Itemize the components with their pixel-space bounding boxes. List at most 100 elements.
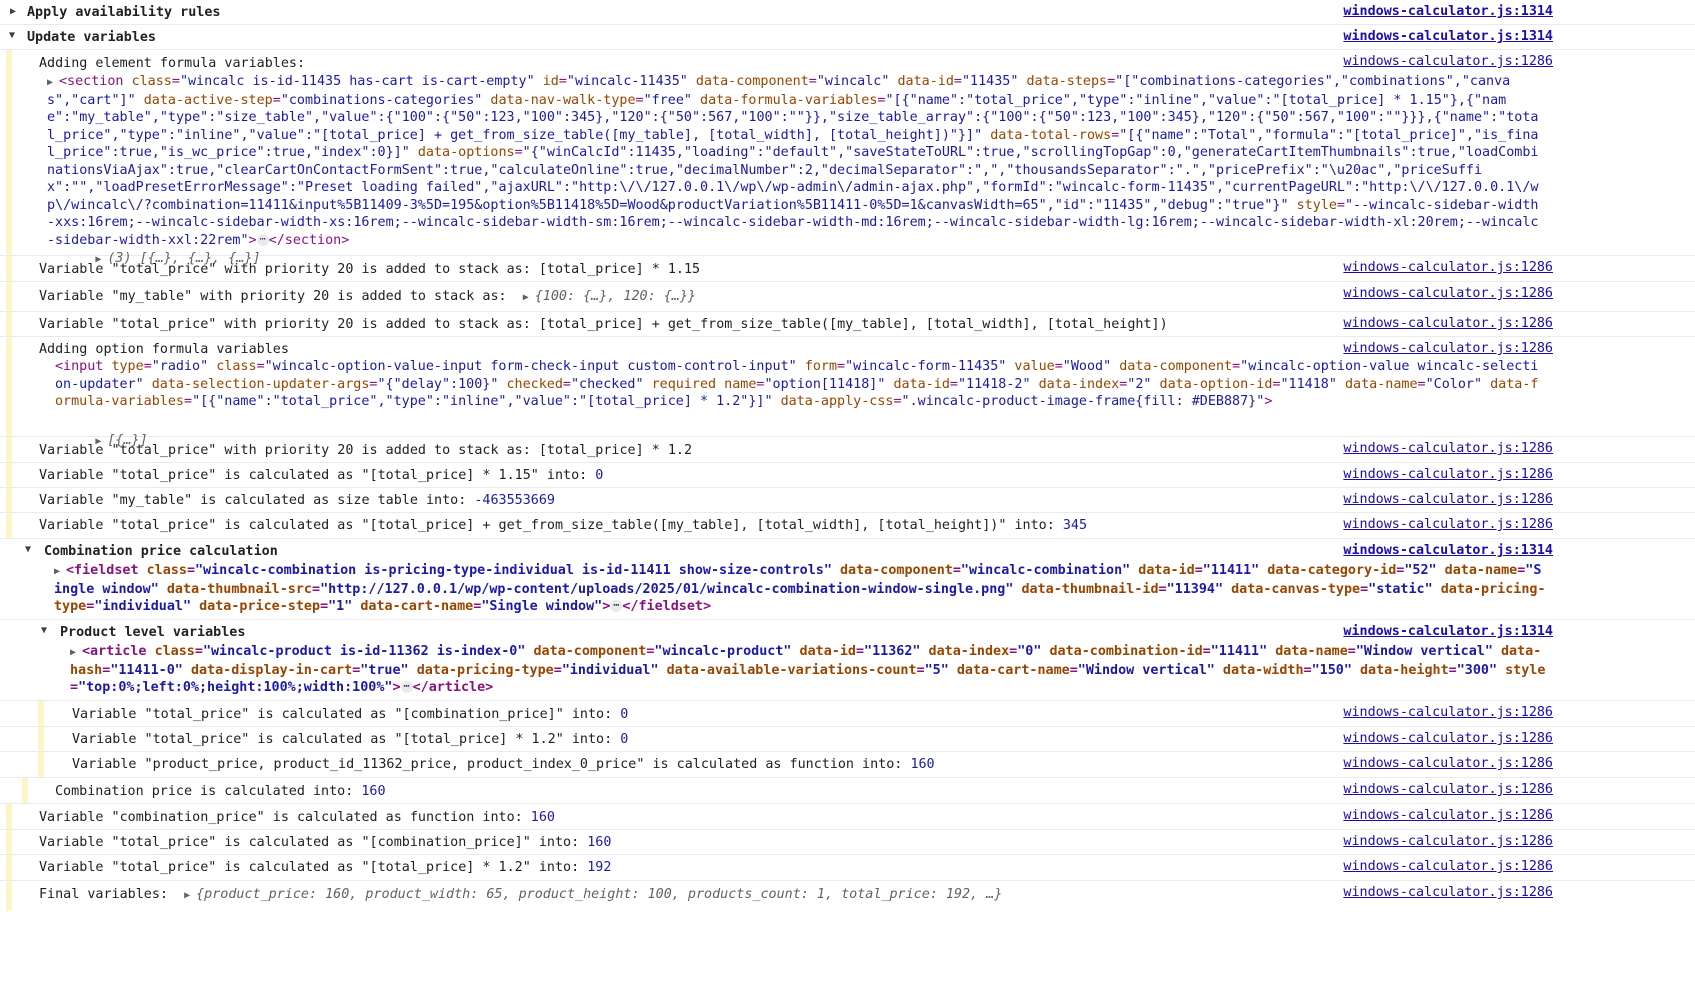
html-attr-eq: = xyxy=(171,74,180,89)
expand-triangle-icon[interactable]: ▶ xyxy=(10,6,16,17)
html-attr-eq: = xyxy=(1194,563,1203,578)
html-tag-close: </fieldset> xyxy=(622,599,712,614)
log-message: Variable "total_price" with priority 20 … xyxy=(39,262,701,277)
log-message: Variable "total_price" is calculated as … xyxy=(39,518,1088,533)
html-attr-eq: = xyxy=(558,74,567,89)
html-attr-eq: = xyxy=(184,394,193,409)
source-link[interactable]: windows-calculator.js:1314 xyxy=(1343,543,1553,558)
html-attr-name: class xyxy=(154,644,195,659)
html-attr-value: "Single window" xyxy=(481,599,603,614)
log-group-product-level[interactable]: ▼ Product level variables windows-calcul… xyxy=(0,620,1695,701)
source-link[interactable]: windows-calculator.js:1314 xyxy=(1343,624,1553,639)
expand-triangle-icon[interactable]: ▶ xyxy=(523,288,535,307)
html-tag-close: </article> xyxy=(412,680,494,695)
object-preview[interactable]: {100: {…}, 120: {…}} xyxy=(535,289,696,304)
html-attr-name: data-id xyxy=(799,644,856,659)
html-attr-value: "individual" xyxy=(94,599,192,614)
html-attr-eq: = xyxy=(320,599,329,614)
log-message: Variable "total_price" is calculated as … xyxy=(72,732,629,747)
source-link[interactable]: windows-calculator.js:1286 xyxy=(1343,859,1553,874)
source-link[interactable]: windows-calculator.js:1286 xyxy=(1343,341,1553,356)
log-entry: Variable "product_price, product_id_1136… xyxy=(0,752,1695,778)
log-group-update-variables[interactable]: ▼ Update variables windows-calculator.js… xyxy=(0,25,1695,50)
source-link[interactable]: windows-calculator.js:1314 xyxy=(1343,29,1553,44)
html-attr-name: data-formula-variables xyxy=(700,92,878,108)
html-attr-name: type xyxy=(111,359,144,374)
source-link[interactable]: windows-calculator.js:1286 xyxy=(1343,260,1553,275)
source-link[interactable]: windows-calculator.js:1286 xyxy=(1343,705,1553,720)
html-attr-eq: = xyxy=(855,644,865,659)
html-attr-name: data-thumbnail-id xyxy=(1021,581,1159,597)
source-link[interactable]: windows-calculator.js:1286 xyxy=(1343,286,1553,301)
group-indent-bar xyxy=(6,50,12,255)
group-title: Update variables xyxy=(27,30,156,45)
source-link[interactable]: windows-calculator.js:1286 xyxy=(1343,731,1553,746)
collapse-triangle-icon[interactable]: ▼ xyxy=(25,544,31,555)
object-preview[interactable]: {product_price: 160, product_width: 65, … xyxy=(196,887,1002,902)
html-attr-name: checked xyxy=(506,376,563,392)
log-group-combination-price[interactable]: ▼ Combination price calculation windows-… xyxy=(0,539,1695,620)
log-entry: Variable "total_price" is calculated as … xyxy=(0,830,1695,855)
log-entry: Variable "total_price" is calculated as … xyxy=(0,727,1695,752)
element-node-fieldset[interactable]: ▶ <fieldset class="wincalc-combination is… xyxy=(54,562,1546,616)
expand-triangle-icon[interactable]: ▶ xyxy=(47,74,59,92)
source-link[interactable]: windows-calculator.js:1286 xyxy=(1343,517,1553,532)
ellipsis-icon[interactable]: ⋯ xyxy=(400,681,413,693)
source-link[interactable]: windows-calculator.js:1286 xyxy=(1343,834,1553,849)
html-attr-name: data-combination-id xyxy=(1049,644,1203,659)
html-attr-value: "Wood" xyxy=(1062,359,1112,374)
result-value: 0 xyxy=(595,468,604,483)
article-element-html[interactable]: ▶ <article class="wincalc-product is-id-1… xyxy=(70,643,1546,697)
group-indent-bar xyxy=(6,282,12,311)
html-attr-value: "5" xyxy=(924,662,949,678)
source-link[interactable]: windows-calculator.js:1286 xyxy=(1343,441,1553,456)
source-link[interactable]: windows-calculator.js:1286 xyxy=(1343,756,1553,771)
console-log-panel: ▶ Apply availability rules windows-calcu… xyxy=(0,0,1695,911)
html-attr-name: data-name xyxy=(1275,644,1348,659)
source-link[interactable]: windows-calculator.js:1286 xyxy=(1343,492,1553,507)
html-attr-name: data-option-id xyxy=(1159,376,1273,392)
html-attr-eq: = xyxy=(186,563,195,578)
element-node-input[interactable]: <input type="radio" class="wincalc-optio… xyxy=(55,358,1545,411)
html-attr-name: data-id xyxy=(1138,563,1195,578)
fieldset-element-html[interactable]: ▶ <fieldset class="wincalc-combination is… xyxy=(54,562,1546,616)
group-indent-bar xyxy=(6,437,12,462)
result-value: 160 xyxy=(361,784,386,799)
html-attr-value: "combinations-categories" xyxy=(280,92,483,108)
html-attr-eq: = xyxy=(143,359,152,374)
source-link[interactable]: windows-calculator.js:1314 xyxy=(1343,4,1553,19)
html-attr-eq: = xyxy=(1303,662,1312,678)
section-element-html[interactable]: ▶ <section class="wincalc is-id-11435 has… xyxy=(47,73,1541,249)
html-attr-name: data-index xyxy=(928,644,1010,659)
source-link[interactable]: windows-calculator.js:1286 xyxy=(1343,54,1553,69)
expand-triangle-icon[interactable]: ▶ xyxy=(184,886,196,905)
html-attr-eq: = xyxy=(916,662,925,678)
element-node-section[interactable]: ▶ <section class="wincalc is-id-11435 has… xyxy=(47,73,1541,249)
ellipsis-icon[interactable]: ⋯ xyxy=(610,600,623,612)
source-link[interactable]: windows-calculator.js:1286 xyxy=(1343,808,1553,823)
group-title: Product level variables xyxy=(60,625,246,640)
source-link[interactable]: windows-calculator.js:1286 xyxy=(1343,467,1553,482)
source-link[interactable]: windows-calculator.js:1286 xyxy=(1343,782,1553,797)
collapse-triangle-icon[interactable]: ▼ xyxy=(41,625,47,636)
html-attr-name: data-display-in-cart xyxy=(190,662,353,678)
collapse-triangle-icon[interactable]: ▼ xyxy=(9,30,15,41)
log-message: Variable "total_price" is calculated as … xyxy=(39,860,612,875)
html-attr-value: "checked" xyxy=(570,376,644,392)
group-indent-bar xyxy=(38,701,44,726)
html-attr-value: "top:0%;left:0%;height:100%;width:100%" xyxy=(78,680,393,695)
element-node-article[interactable]: ▶ <article class="wincalc-product is-id-1… xyxy=(70,643,1546,697)
html-attr-name: data-nav-walk-type xyxy=(490,92,636,108)
expand-triangle-icon[interactable]: ▶ xyxy=(54,563,66,581)
expand-triangle-icon[interactable]: ▶ xyxy=(70,644,82,662)
html-attr-eq: = xyxy=(953,74,962,89)
input-element-html[interactable]: <input type="radio" class="wincalc-optio… xyxy=(55,358,1545,411)
log-entry-adding-option: Adding option formula variables windows-… xyxy=(0,337,1695,448)
source-link[interactable]: windows-calculator.js:1286 xyxy=(1343,885,1553,900)
log-group-apply-availability[interactable]: ▶ Apply availability rules windows-calcu… xyxy=(0,0,1695,25)
html-attr-name: data-selection-updater-args xyxy=(151,376,370,392)
log-entry: Variable "my_table" with priority 20 is … xyxy=(0,282,1695,312)
html-tag-open: <article xyxy=(82,644,147,659)
source-link[interactable]: windows-calculator.js:1286 xyxy=(1343,316,1553,331)
html-attr-name: data-width xyxy=(1222,662,1304,678)
